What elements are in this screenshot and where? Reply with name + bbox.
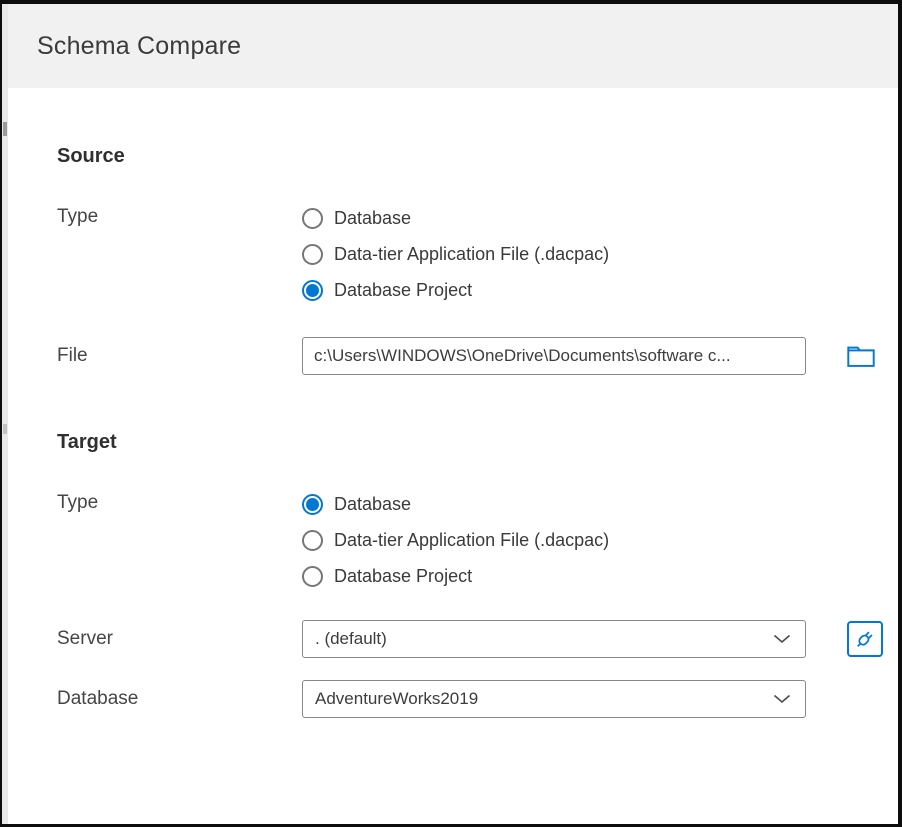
- radio-icon[interactable]: [302, 244, 323, 265]
- schema-compare-dialog: Schema Compare Source Type Database Data…: [0, 0, 902, 827]
- radio-label: Database Project: [334, 280, 472, 301]
- source-type-radio-group: Database Data-tier Application File (.da…: [302, 204, 609, 312]
- background-artifact: [3, 424, 7, 434]
- change-connection-button[interactable]: [847, 621, 883, 657]
- background-app-sliver: [2, 4, 8, 824]
- source-file-input[interactable]: [302, 337, 806, 375]
- target-type-radio-group: Database Data-tier Application File (.da…: [302, 490, 609, 598]
- source-type-label: Type: [57, 204, 302, 228]
- folder-icon: [847, 344, 875, 368]
- source-radio-dacpac[interactable]: Data-tier Application File (.dacpac): [302, 240, 609, 268]
- database-dropdown-value: AdventureWorks2019: [315, 689, 478, 709]
- radio-label: Database: [334, 494, 411, 515]
- radio-icon[interactable]: [302, 530, 323, 551]
- radio-label: Database: [334, 208, 411, 229]
- source-section-heading: Source: [57, 144, 898, 168]
- target-server-row: Server . (default): [57, 620, 898, 658]
- radio-icon[interactable]: [302, 494, 323, 515]
- source-file-label: File: [57, 345, 302, 367]
- target-type-row: Type Database Data-tier Application File…: [57, 490, 898, 598]
- target-server-label: Server: [57, 628, 302, 650]
- source-radio-database[interactable]: Database: [302, 204, 609, 232]
- chevron-down-icon: [773, 634, 791, 644]
- target-radio-dacpac[interactable]: Data-tier Application File (.dacpac): [302, 526, 609, 554]
- target-database-row: Database AdventureWorks2019: [57, 680, 898, 718]
- source-file-row: File: [57, 337, 898, 375]
- radio-icon[interactable]: [302, 566, 323, 587]
- target-database-label: Database: [57, 688, 302, 710]
- browse-file-button[interactable]: [847, 344, 875, 368]
- page-title: Schema Compare: [37, 32, 241, 61]
- target-type-label: Type: [57, 490, 302, 514]
- plug-icon: [854, 628, 876, 650]
- server-dropdown[interactable]: . (default): [302, 620, 806, 658]
- radio-label: Database Project: [334, 566, 472, 587]
- source-radio-database-project[interactable]: Database Project: [302, 276, 609, 304]
- radio-label: Data-tier Application File (.dacpac): [334, 244, 609, 265]
- background-artifact: [3, 122, 7, 136]
- server-dropdown-value: . (default): [315, 629, 387, 649]
- source-type-row: Type Database Data-tier Application File…: [57, 204, 898, 312]
- target-radio-database[interactable]: Database: [302, 490, 609, 518]
- radio-label: Data-tier Application File (.dacpac): [334, 530, 609, 551]
- radio-icon[interactable]: [302, 280, 323, 301]
- database-dropdown[interactable]: AdventureWorks2019: [302, 680, 806, 718]
- chevron-down-icon: [773, 694, 791, 704]
- dialog-content: Source Type Database Data-tier Applicati…: [8, 88, 898, 718]
- dialog-header: Schema Compare: [8, 4, 898, 88]
- target-section-heading: Target: [57, 430, 898, 454]
- radio-icon[interactable]: [302, 208, 323, 229]
- target-radio-database-project[interactable]: Database Project: [302, 562, 609, 590]
